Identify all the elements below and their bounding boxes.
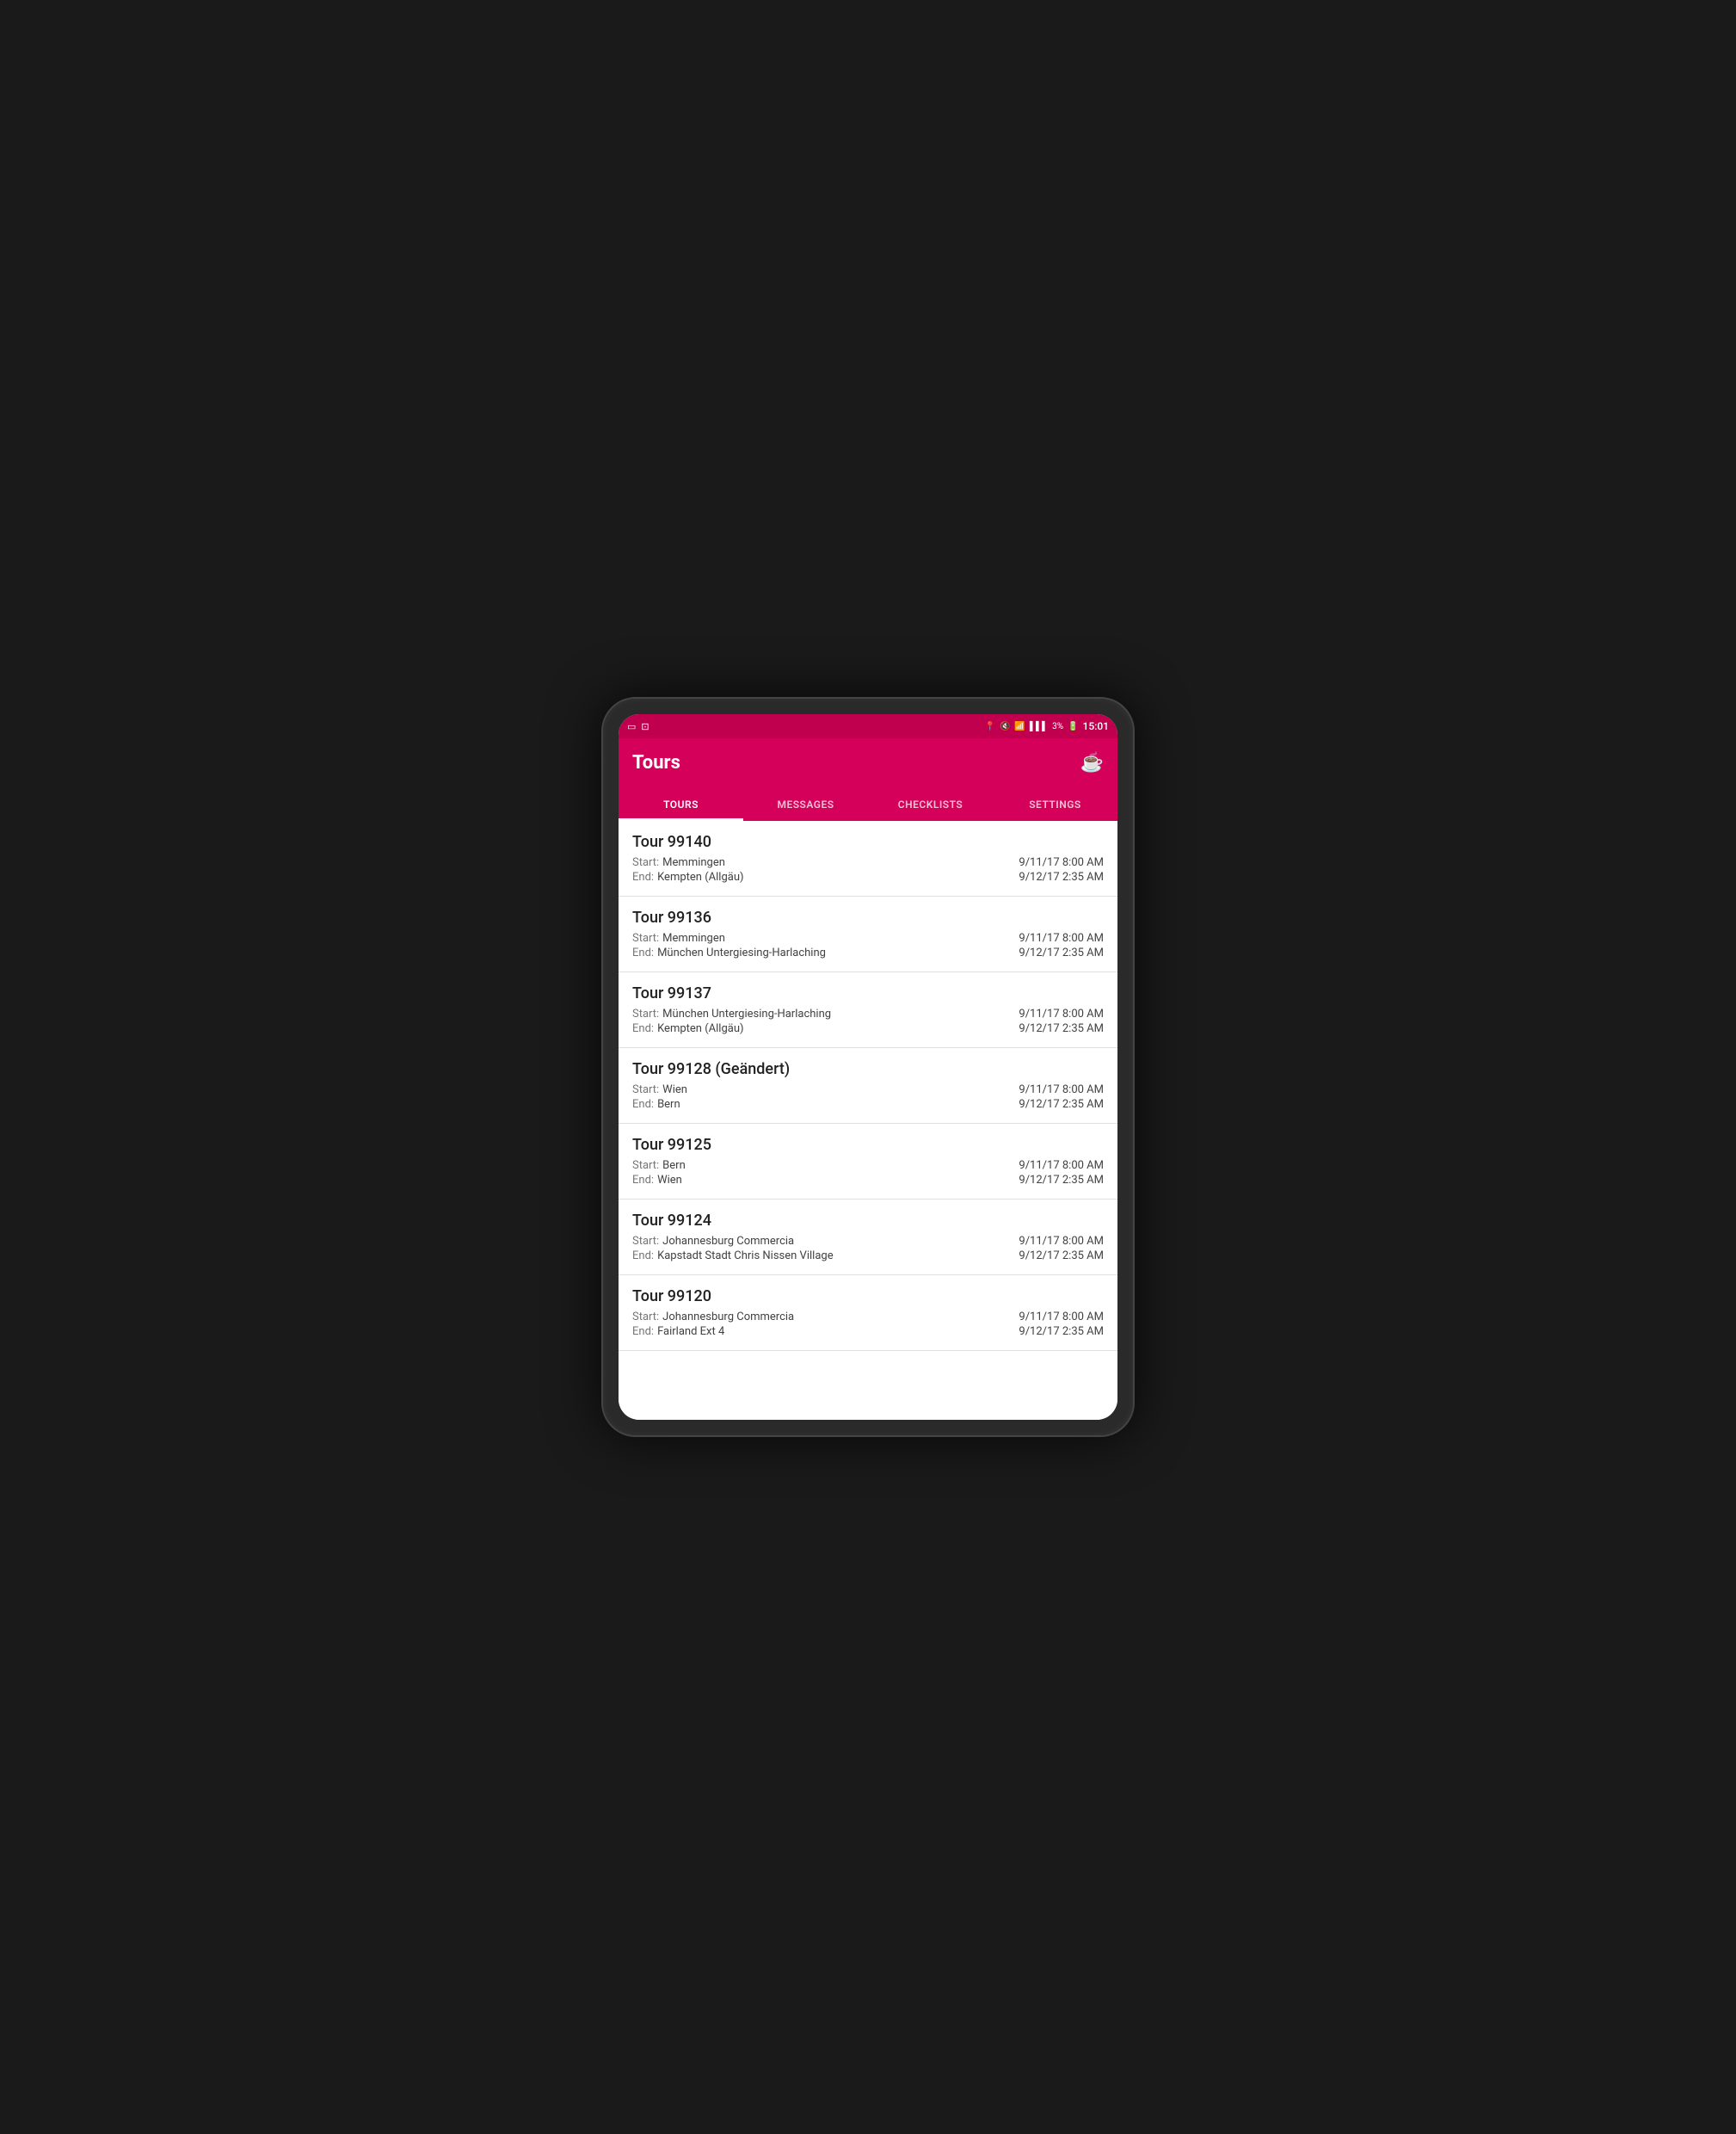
tab-checklists[interactable]: CHECKLISTS [868, 786, 993, 821]
end-date: 9/12/17 2:35 AM [1019, 871, 1104, 884]
start-date: 9/11/17 8:00 AM [1019, 1311, 1104, 1323]
tab-settings[interactable]: SETTINGS [993, 786, 1117, 821]
tour-end-row: End: Kempten (Allgäu) 9/12/17 2:35 AM [632, 1022, 1104, 1035]
end-label: End: [632, 947, 654, 959]
start-label: Start: [632, 1008, 659, 1021]
device-screen: ▭ ⊡ 📍 🔇 📶 ▌▌▌ 3% 🔋 15:01 Tours ☕ TOURS [619, 714, 1117, 1420]
end-location: Kempten (Allgäu) [657, 871, 743, 884]
tour-start-row: Start: München Untergiesing-Harlaching 9… [632, 1008, 1104, 1021]
start-location: Johannesburg Commercia [662, 1235, 794, 1248]
device-frame: ▭ ⊡ 📍 🔇 📶 ▌▌▌ 3% 🔋 15:01 Tours ☕ TOURS [601, 697, 1135, 1437]
end-label: End: [632, 1249, 654, 1262]
end-location: Bern [657, 1098, 680, 1111]
end-label: End: [632, 1325, 654, 1338]
tour-item[interactable]: Tour 99124 Start: Johannesburg Commercia… [619, 1200, 1117, 1275]
start-date: 9/11/17 8:00 AM [1019, 932, 1104, 945]
start-label: Start: [632, 932, 659, 945]
end-date: 9/12/17 2:35 AM [1019, 1174, 1104, 1187]
start-location: München Untergiesing-Harlaching [662, 1008, 831, 1021]
tour-item[interactable]: Tour 99140 Start: Memmingen 9/11/17 8:00… [619, 821, 1117, 897]
tour-end-row: End: Bern 9/12/17 2:35 AM [632, 1098, 1104, 1111]
tour-name: Tour 99120 [632, 1287, 1104, 1305]
tab-tours[interactable]: TOURS [619, 786, 743, 821]
start-date: 9/11/17 8:00 AM [1019, 1235, 1104, 1248]
tab-bar: TOURS MESSAGES CHECKLISTS SETTINGS [619, 786, 1117, 821]
tour-end-row: End: Kempten (Allgäu) 9/12/17 2:35 AM [632, 871, 1104, 884]
tour-name: Tour 99124 [632, 1212, 1104, 1230]
start-label: Start: [632, 1311, 659, 1323]
start-label: Start: [632, 1083, 659, 1096]
time-display: 15:01 [1083, 720, 1109, 732]
end-date: 9/12/17 2:35 AM [1019, 1249, 1104, 1262]
tour-item[interactable]: Tour 99125 Start: Bern 9/11/17 8:00 AM E… [619, 1124, 1117, 1200]
tour-start-row: Start: Bern 9/11/17 8:00 AM [632, 1159, 1104, 1172]
tour-end-row: End: Wien 9/12/17 2:35 AM [632, 1174, 1104, 1187]
app-title: Tours [632, 752, 680, 774]
end-location: Fairland Ext 4 [657, 1325, 724, 1338]
tour-start-row: Start: Memmingen 9/11/17 8:00 AM [632, 932, 1104, 945]
start-date: 9/11/17 8:00 AM [1019, 1159, 1104, 1172]
end-location: München Untergiesing-Harlaching [657, 947, 826, 959]
tour-start-row: Start: Memmingen 9/11/17 8:00 AM [632, 856, 1104, 869]
start-label: Start: [632, 1235, 659, 1248]
battery-text: 3% [1052, 722, 1063, 731]
status-bar: ▭ ⊡ 📍 🔇 📶 ▌▌▌ 3% 🔋 15:01 [619, 714, 1117, 738]
end-location: Kempten (Allgäu) [657, 1022, 743, 1035]
start-location: Johannesburg Commercia [662, 1311, 794, 1323]
end-label: End: [632, 1098, 654, 1111]
start-date: 9/11/17 8:00 AM [1019, 1008, 1104, 1021]
tour-name: Tour 99137 [632, 984, 1104, 1002]
end-location: Wien [657, 1174, 682, 1187]
app-bar: Tours ☕ [619, 738, 1117, 786]
wifi-icon: 📶 [1014, 722, 1025, 731]
muted-icon: 🔇 [1000, 722, 1010, 731]
status-bar-right: 📍 🔇 📶 ▌▌▌ 3% 🔋 15:01 [985, 720, 1109, 732]
tab-messages[interactable]: MESSAGES [743, 786, 868, 821]
start-date: 9/11/17 8:00 AM [1019, 856, 1104, 869]
start-location: Memmingen [662, 856, 725, 869]
tour-start-row: Start: Johannesburg Commercia 9/11/17 8:… [632, 1311, 1104, 1323]
end-label: End: [632, 871, 654, 884]
tour-item[interactable]: Tour 99120 Start: Johannesburg Commercia… [619, 1275, 1117, 1351]
tour-item[interactable]: Tour 99136 Start: Memmingen 9/11/17 8:00… [619, 897, 1117, 972]
tour-end-row: End: München Untergiesing-Harlaching 9/1… [632, 947, 1104, 959]
end-date: 9/12/17 2:35 AM [1019, 1098, 1104, 1111]
battery-icon: 🔋 [1068, 722, 1078, 731]
tour-name: Tour 99128 (Geändert) [632, 1060, 1104, 1078]
start-location: Bern [662, 1159, 686, 1172]
start-date: 9/11/17 8:00 AM [1019, 1083, 1104, 1096]
location-icon: 📍 [985, 722, 995, 731]
start-location: Memmingen [662, 932, 725, 945]
tours-list: Tour 99140 Start: Memmingen 9/11/17 8:00… [619, 821, 1117, 1420]
tour-start-row: Start: Johannesburg Commercia 9/11/17 8:… [632, 1235, 1104, 1248]
end-date: 9/12/17 2:35 AM [1019, 1022, 1104, 1035]
start-label: Start: [632, 856, 659, 869]
end-label: End: [632, 1022, 654, 1035]
tour-name: Tour 99140 [632, 833, 1104, 851]
tour-end-row: End: Fairland Ext 4 9/12/17 2:35 AM [632, 1325, 1104, 1338]
tour-start-row: Start: Wien 9/11/17 8:00 AM [632, 1083, 1104, 1096]
tour-item[interactable]: Tour 99128 (Geändert) Start: Wien 9/11/1… [619, 1048, 1117, 1124]
tour-item[interactable]: Tour 99137 Start: München Untergiesing-H… [619, 972, 1117, 1048]
status-bar-left: ▭ ⊡ [627, 721, 649, 732]
tour-name: Tour 99136 [632, 909, 1104, 927]
signal-icon: ▌▌▌ [1030, 722, 1048, 731]
cup-icon[interactable]: ☕ [1080, 752, 1104, 774]
end-label: End: [632, 1174, 654, 1187]
start-label: Start: [632, 1159, 659, 1172]
end-date: 9/12/17 2:35 AM [1019, 947, 1104, 959]
start-location: Wien [662, 1083, 687, 1096]
tour-name: Tour 99125 [632, 1136, 1104, 1154]
tour-end-row: End: Kapstadt Stadt Chris Nissen Village… [632, 1249, 1104, 1262]
end-date: 9/12/17 2:35 AM [1019, 1325, 1104, 1338]
phone-icon: ▭ [627, 721, 636, 732]
image-icon: ⊡ [641, 721, 649, 732]
end-location: Kapstadt Stadt Chris Nissen Village [657, 1249, 834, 1262]
